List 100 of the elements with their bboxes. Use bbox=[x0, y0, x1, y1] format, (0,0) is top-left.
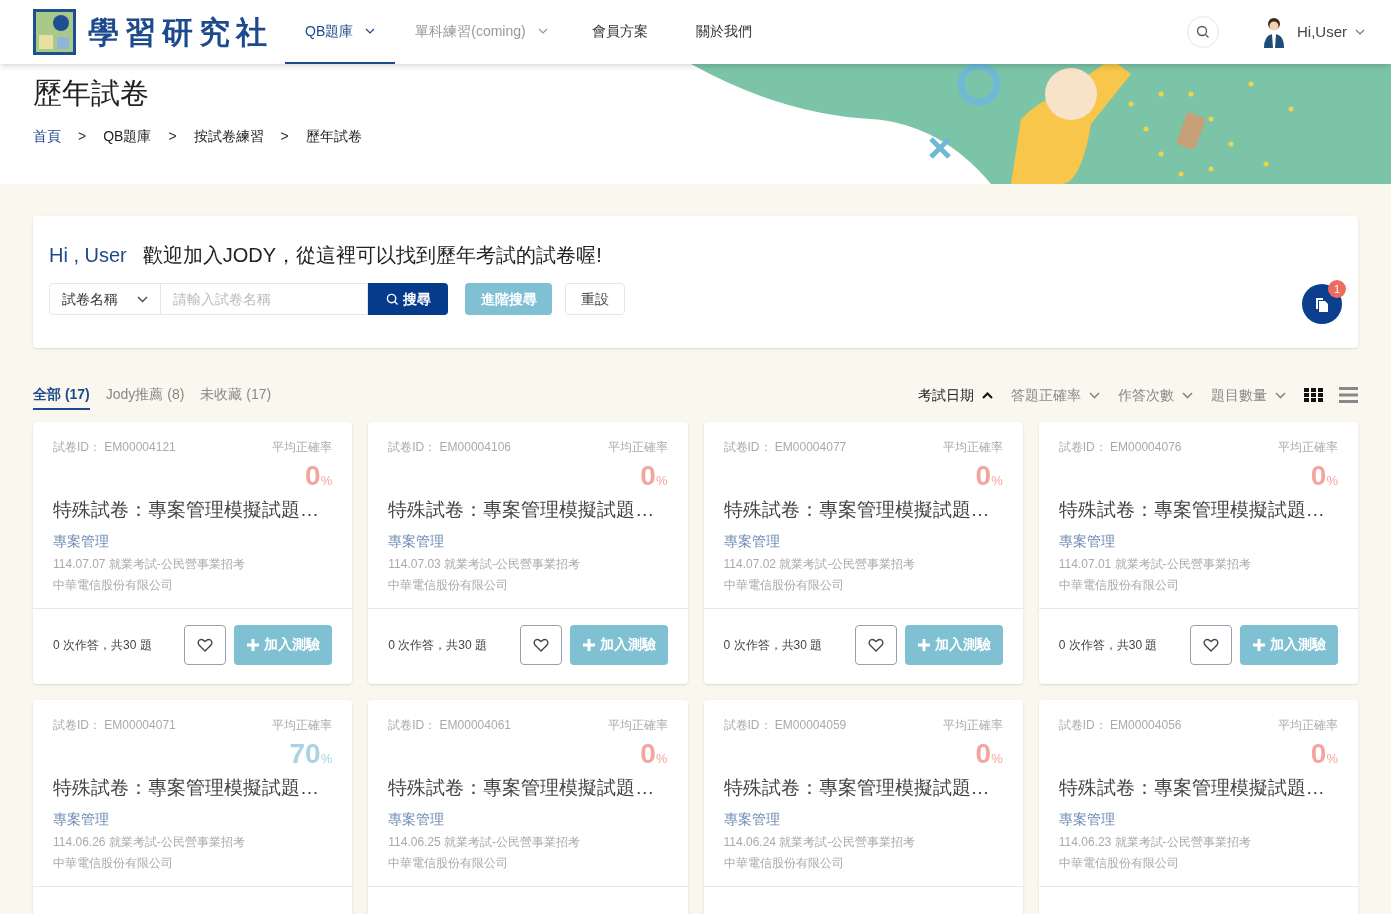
accuracy-rate: 0% bbox=[975, 740, 1003, 768]
rate-label: 平均正確率 bbox=[607, 717, 668, 734]
exam-title[interactable]: 特殊試卷：專案管理模擬試題… bbox=[723, 774, 1003, 803]
exam-info: 114.07.01 就業考試-公民營事業招考 bbox=[1058, 555, 1252, 573]
nav-link[interactable]: 會員方案 bbox=[567, 0, 672, 64]
exam-id: 試卷ID： EM00004077 bbox=[723, 439, 847, 456]
breadcrumb-current: 歷年試卷 bbox=[305, 126, 362, 146]
sort-option[interactable]: 考試日期 bbox=[918, 384, 993, 406]
filter-tab[interactable]: 全部 (17) bbox=[33, 380, 90, 410]
subject-tag: 專案管理 bbox=[53, 808, 333, 830]
reset-button[interactable]: 重設 bbox=[565, 283, 625, 315]
exam-title[interactable]: 特殊試卷：專案管理模擬試題… bbox=[1058, 774, 1338, 803]
exam-id: 試卷ID： EM00004106 bbox=[388, 439, 511, 456]
accuracy-rate: 0% bbox=[1310, 740, 1338, 768]
compare-button[interactable] bbox=[1302, 284, 1342, 324]
organization: 中華電信股份有限公司 bbox=[1058, 854, 1180, 872]
favorite-button[interactable] bbox=[854, 624, 897, 665]
organization: 中華電信股份有限公司 bbox=[1058, 576, 1180, 594]
accuracy-rate: 0% bbox=[975, 462, 1003, 490]
plus-icon bbox=[916, 637, 931, 652]
rate-label: 平均正確率 bbox=[1278, 439, 1338, 456]
breadcrumb-link[interactable]: 按試卷練習 bbox=[193, 125, 264, 147]
subject-tag: 專案管理 bbox=[388, 808, 668, 830]
notification-badge: 1 bbox=[1328, 280, 1346, 298]
subject-tag: 專案管理 bbox=[1058, 530, 1338, 552]
favorite-button[interactable] bbox=[1190, 624, 1232, 665]
subject-tag: 專案管理 bbox=[723, 808, 1003, 830]
chevron-down-icon bbox=[137, 295, 148, 303]
list-view-icon[interactable] bbox=[1339, 387, 1358, 403]
chevron-down-icon bbox=[537, 28, 548, 34]
search-field[interactable]: 請輸入試卷名稱 bbox=[161, 283, 368, 315]
attempt-count: 0 次作答，共30 題 bbox=[723, 636, 824, 654]
breadcrumb-separator: > bbox=[167, 126, 178, 146]
subject-tag: 專案管理 bbox=[53, 530, 333, 552]
exam-title[interactable]: 特殊試卷：專案管理模擬試題… bbox=[388, 496, 668, 525]
organization: 中華電信股份有限公司 bbox=[723, 854, 845, 872]
accuracy-rate: 70% bbox=[289, 740, 333, 768]
nav-link[interactable]: 關於我們 bbox=[671, 0, 776, 64]
heart-icon bbox=[1203, 637, 1219, 652]
filter-dropdown[interactable]: 試卷名稱 bbox=[49, 283, 161, 315]
avatar-icon bbox=[1263, 16, 1285, 48]
breadcrumb-link[interactable]: QB題庫 bbox=[103, 125, 152, 147]
exam-title[interactable]: 特殊試卷：專案管理模擬試題… bbox=[1058, 496, 1338, 525]
exam-id: 試卷ID： EM00004076 bbox=[1058, 439, 1182, 456]
subject-tag: 專案管理 bbox=[388, 530, 668, 552]
documents-icon bbox=[1313, 295, 1331, 313]
sort-option[interactable]: 答題正確率 bbox=[1011, 384, 1100, 406]
attempt-count: 0 次作答，共30 題 bbox=[388, 636, 488, 654]
breadcrumb-separator: > bbox=[279, 126, 290, 146]
chevron-down-icon bbox=[1275, 391, 1286, 399]
chevron-down-icon bbox=[1355, 29, 1365, 35]
exam-id: 試卷ID： EM00004121 bbox=[53, 439, 176, 456]
search-button[interactable]: 搜尋 bbox=[368, 283, 448, 315]
rate-label: 平均正確率 bbox=[272, 717, 333, 734]
exam-info: 114.06.25 就業考試-公民營事業招考 bbox=[388, 833, 582, 851]
welcome-message: 歡迎加入JODY，從這裡可以找到歷年考試的試卷喔! bbox=[142, 243, 602, 268]
exam-id: 試卷ID： EM00004056 bbox=[1058, 717, 1182, 734]
exam-info: 114.06.23 就業考試-公民營事業招考 bbox=[1058, 833, 1252, 851]
heart-icon bbox=[197, 637, 214, 652]
subject-tag: 專案管理 bbox=[723, 530, 1003, 552]
breadcrumb-separator: > bbox=[77, 126, 88, 146]
exam-title[interactable]: 特殊試卷：專案管理模擬試題… bbox=[53, 496, 333, 525]
favorite-button[interactable] bbox=[519, 624, 562, 665]
exam-title[interactable]: 特殊試卷：專案管理模擬試題… bbox=[388, 774, 668, 803]
grid-view-icon[interactable] bbox=[1304, 388, 1323, 402]
sort-option[interactable]: 題目數量 bbox=[1211, 384, 1286, 406]
search-icon bbox=[385, 292, 399, 306]
logo-icon[interactable] bbox=[33, 9, 76, 55]
user-menu[interactable]: Hi,User bbox=[1297, 20, 1365, 44]
organization: 中華電信股份有限公司 bbox=[53, 576, 174, 594]
greeting: Hi , User bbox=[49, 243, 127, 268]
accuracy-rate: 0% bbox=[640, 462, 668, 490]
attempt-count: 0 次作答，共30 題 bbox=[53, 636, 153, 654]
exam-title[interactable]: 特殊試卷：專案管理模擬試題… bbox=[723, 496, 1003, 525]
organization: 中華電信股份有限公司 bbox=[53, 854, 174, 872]
exam-info: 114.07.03 就業考試-公民營事業招考 bbox=[388, 555, 582, 573]
breadcrumb-link[interactable]: 首頁 bbox=[33, 125, 61, 147]
plus-icon bbox=[581, 637, 596, 652]
rate-label: 平均正確率 bbox=[272, 439, 333, 456]
rate-label: 平均正確率 bbox=[607, 439, 668, 456]
organization: 中華電信股份有限公司 bbox=[388, 576, 510, 594]
accuracy-rate: 0% bbox=[1310, 462, 1338, 490]
exam-id: 試卷ID： EM00004071 bbox=[53, 717, 176, 734]
exam-info: 114.06.24 就業考試-公民營事業招考 bbox=[723, 833, 917, 851]
favorite-button[interactable] bbox=[184, 624, 227, 665]
exam-title[interactable]: 特殊試卷：專案管理模擬試題… bbox=[53, 774, 333, 803]
sort-option[interactable]: 作答次數 bbox=[1118, 384, 1193, 406]
chevron-up-icon bbox=[982, 391, 993, 399]
exam-info: 114.07.07 就業考試-公民營事業招考 bbox=[53, 555, 246, 573]
subject-tag: 專案管理 bbox=[1058, 808, 1338, 830]
exam-id: 試卷ID： EM00004059 bbox=[723, 717, 847, 734]
chevron-down-icon bbox=[365, 28, 376, 34]
chevron-down-icon bbox=[1089, 391, 1100, 399]
organization: 中華電信股份有限公司 bbox=[723, 576, 845, 594]
brand-name: 學習研究社 bbox=[88, 12, 273, 52]
rate-label: 平均正確率 bbox=[1278, 717, 1338, 734]
attempt-count: 0 次作答，共30 題 bbox=[1058, 636, 1159, 654]
plus-icon bbox=[246, 637, 261, 652]
heart-icon bbox=[532, 637, 549, 652]
exam-info: 114.06.26 就業考試-公民營事業招考 bbox=[53, 833, 246, 851]
